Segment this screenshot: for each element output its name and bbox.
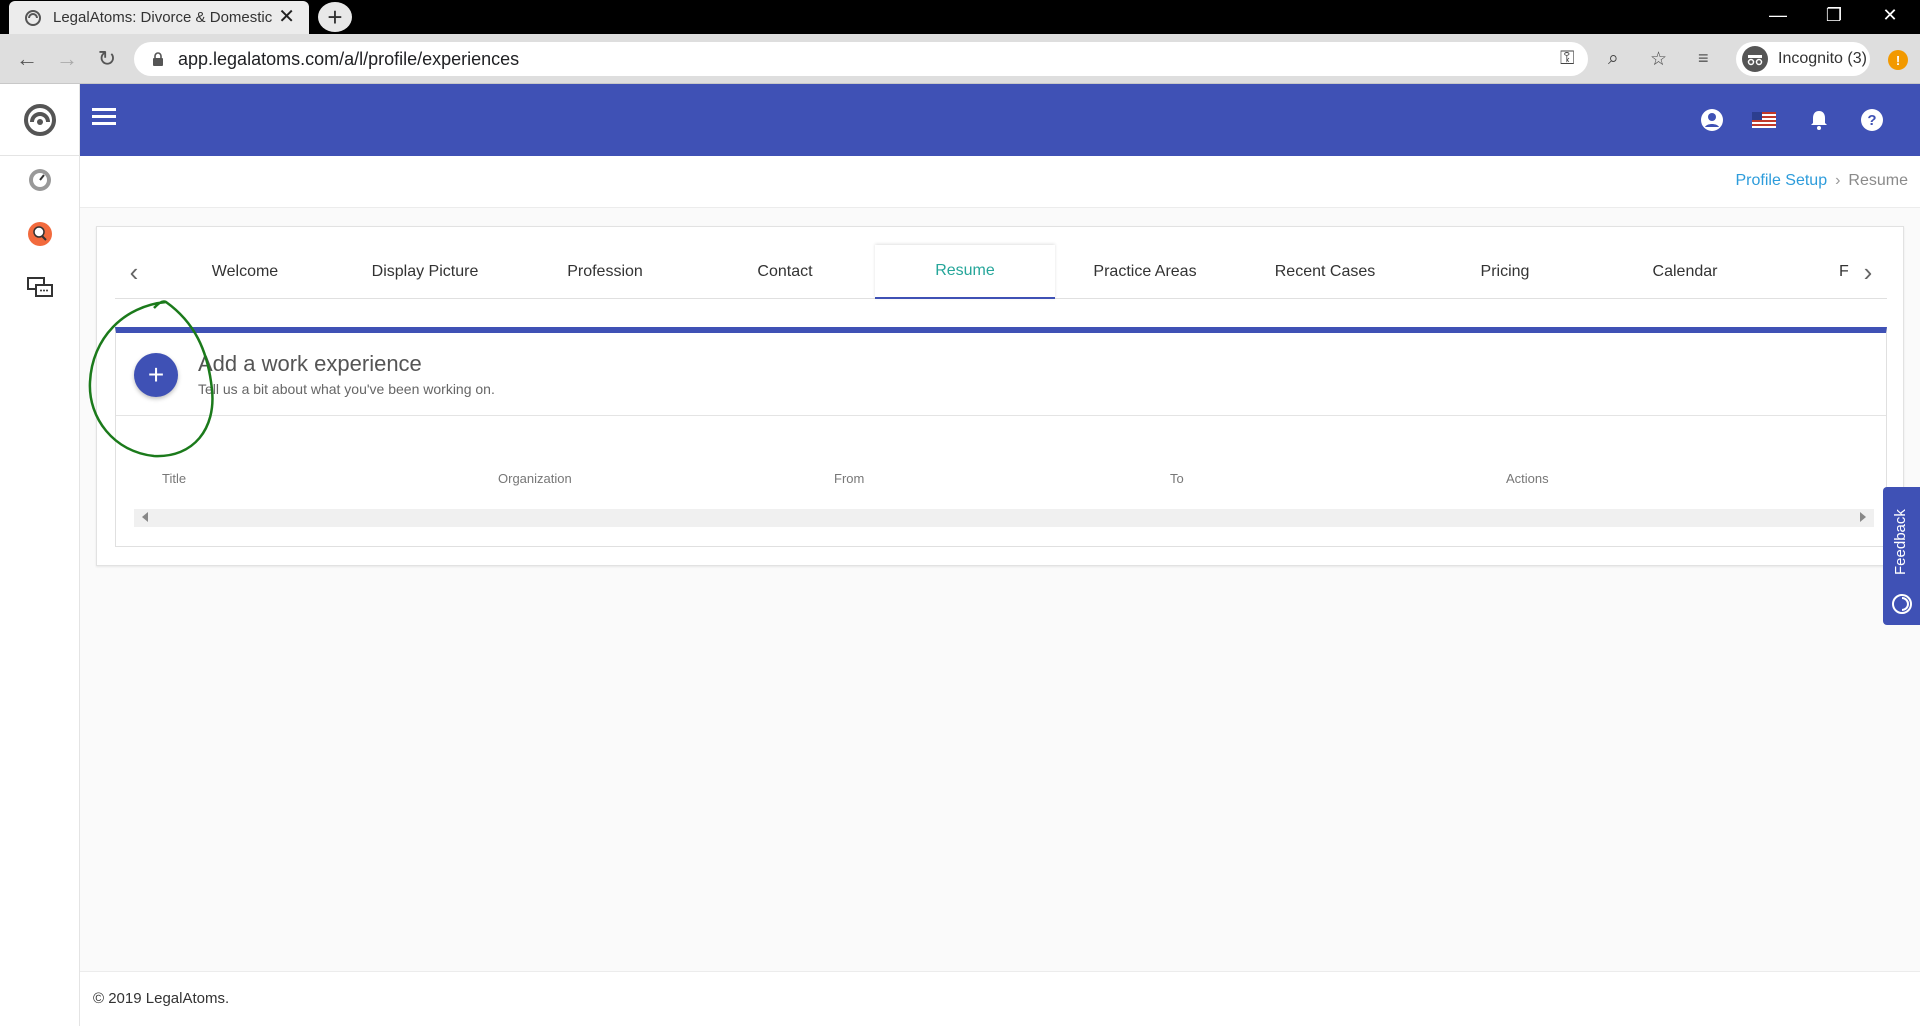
tab-practice-areas[interactable]: Practice Areas (1055, 245, 1235, 299)
svg-text:?: ? (1867, 112, 1876, 129)
key-icon[interactable]: ⚿ (1560, 48, 1574, 70)
restore-window-icon[interactable]: ❐ (1806, 0, 1862, 30)
scroll-right-arrow-icon[interactable] (1860, 512, 1866, 522)
tab-next-truncated[interactable]: F (1839, 245, 1853, 299)
dashboard-gauge-icon[interactable] (26, 166, 54, 194)
breadcrumb-profile-setup[interactable]: Profile Setup (1735, 172, 1827, 190)
incognito-label: Incognito (3) (1778, 50, 1867, 67)
browser-tab-strip: LegalAtoms: Divorce & Domestic ✕ + — ❐ ✕ (0, 0, 1920, 34)
tab-title: LegalAtoms: Divorce & Domestic (53, 9, 273, 26)
back-arrow-icon[interactable]: ← (12, 44, 42, 74)
menu-hamburger-icon[interactable] (92, 108, 116, 132)
help-question-icon[interactable]: ? (1860, 108, 1884, 132)
breadcrumb: Profile Setup › Resume (1735, 172, 1908, 190)
search-cases-icon[interactable] (26, 220, 54, 248)
close-window-icon[interactable]: ✕ (1862, 0, 1918, 30)
work-experience-panel: + Add a work experience Tell us a bit ab… (115, 327, 1887, 547)
tab-resume[interactable]: Resume (875, 245, 1055, 299)
profile-setup-card: ‹ Welcome Display Picture Profession Con… (96, 226, 1904, 566)
app-header: ? (80, 84, 1920, 156)
copyright-text: © 2019 LegalAtoms. (93, 990, 230, 1007)
column-header-actions: Actions (1506, 471, 1549, 486)
us-flag-icon[interactable] (1752, 112, 1776, 128)
tab-close-icon[interactable]: ✕ (278, 7, 295, 27)
zoom-icon[interactable]: ⌕ (1608, 48, 1619, 70)
tab-recent-cases[interactable]: Recent Cases (1235, 245, 1415, 299)
column-header-from: From (834, 471, 865, 486)
app-footer: © 2019 LegalAtoms. (80, 971, 1920, 1026)
feedback-logo-icon (1892, 594, 1912, 614)
scroll-left-arrow-icon[interactable] (142, 512, 148, 522)
plus-icon: + (147, 359, 165, 390)
update-alert-icon[interactable]: ! (1888, 50, 1908, 70)
tab-pricing[interactable]: Pricing (1415, 245, 1595, 299)
add-experience-button[interactable]: + (134, 353, 178, 397)
tab-contact[interactable]: Contact (695, 245, 875, 299)
add-experience-subtitle: Tell us a bit about what you've been wor… (198, 381, 495, 397)
notification-bell-icon[interactable] (1807, 108, 1831, 132)
add-experience-title: Add a work experience (198, 351, 422, 376)
incognito-button[interactable]: Incognito (3) (1736, 42, 1870, 76)
steps-prev-arrow-icon[interactable]: ‹ (119, 257, 149, 287)
bookmark-star-icon[interactable]: ☆ (1650, 48, 1667, 71)
column-header-organization: Organization (498, 471, 572, 486)
forward-arrow-icon[interactable]: → (52, 44, 82, 74)
main-content: ‹ Welcome Display Picture Profession Con… (80, 208, 1920, 971)
panel-divider (116, 415, 1886, 416)
media-control-icon[interactable]: ≡ (1698, 48, 1709, 69)
tab-calendar[interactable]: Calendar (1595, 245, 1775, 299)
feedback-tab[interactable]: Feedback (1883, 487, 1920, 625)
column-header-to: To (1170, 471, 1184, 486)
breadcrumb-separator: › (1835, 172, 1841, 189)
column-header-title: Title (162, 471, 187, 486)
messages-chat-icon[interactable] (26, 274, 54, 302)
table-horizontal-scrollbar[interactable] (134, 509, 1874, 527)
steps-next-arrow-icon[interactable]: › (1853, 257, 1883, 287)
legalatoms-favicon-icon (25, 9, 41, 26)
account-circle-icon[interactable] (1700, 108, 1724, 132)
app-sidebar (0, 84, 80, 1026)
lock-icon (153, 52, 163, 66)
breadcrumb-current: Resume (1848, 172, 1908, 189)
browser-tab[interactable]: LegalAtoms: Divorce & Domestic ✕ (9, 1, 309, 34)
screen: { "browser": { "tab_title": "LegalAtoms:… (0, 0, 1920, 1026)
tab-profession[interactable]: Profession (515, 245, 695, 299)
legalatoms-logo-icon (24, 103, 56, 136)
tab-welcome[interactable]: Welcome (155, 245, 335, 299)
tab-display-picture[interactable]: Display Picture (335, 245, 515, 299)
minimize-window-icon[interactable]: — (1750, 0, 1806, 30)
incognito-icon (1742, 46, 1768, 72)
breadcrumb-bar: Profile Setup › Resume (80, 156, 1920, 208)
feedback-label: Feedback (1892, 509, 1909, 575)
reload-icon[interactable]: ↻ (92, 44, 122, 74)
url-text: app.legalatoms.com/a/l/profile/experienc… (178, 48, 520, 69)
new-tab-button[interactable]: + (318, 2, 352, 32)
app-logo[interactable] (0, 84, 80, 156)
browser-toolbar: ← → ↻ app.legalatoms.com/a/l/profile/exp… (0, 34, 1920, 84)
profile-steps-tabs: ‹ Welcome Display Picture Profession Con… (115, 245, 1887, 299)
address-bar[interactable]: app.legalatoms.com/a/l/profile/experienc… (134, 42, 1667, 76)
